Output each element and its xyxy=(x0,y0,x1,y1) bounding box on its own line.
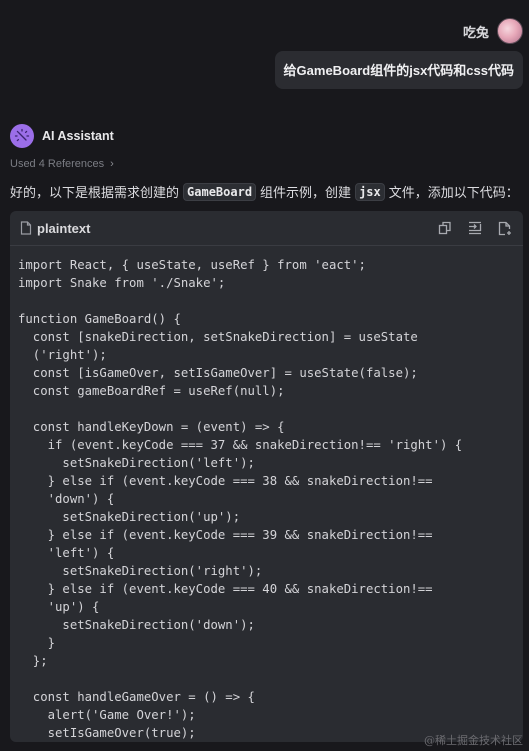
code-line: 'up') { xyxy=(18,600,100,614)
chevron-right-icon: › xyxy=(110,158,114,170)
copy-button[interactable] xyxy=(437,220,453,236)
intro-middle: 组件示例，创建 xyxy=(260,185,352,200)
code-line: if (event.keyCode === 37 && snakeDirecti… xyxy=(18,438,463,452)
code-toolbar xyxy=(437,220,513,236)
code-line: setSnakeDirection('down'); xyxy=(18,618,255,632)
code-line: function GameBoard() { xyxy=(18,312,181,326)
insert-icon xyxy=(469,221,482,235)
assistant-name: AI Assistant xyxy=(42,129,114,143)
references-toggle[interactable]: Used 4 References › xyxy=(10,158,114,170)
code-block-header: plaintext xyxy=(10,211,523,246)
code-line: const handleKeyDown = (event) => { xyxy=(18,420,285,434)
code-line: ('right'); xyxy=(18,348,107,362)
references-label: Used 4 References xyxy=(10,158,105,170)
code-line: const [snakeDirection, setSnakeDirection… xyxy=(18,330,418,344)
copy-icon xyxy=(438,221,451,235)
code-line: import React, { useState, useRef } from … xyxy=(18,258,366,272)
assistant-avatar xyxy=(10,124,34,148)
user-avatar[interactable] xyxy=(497,18,523,44)
assistant-header: AI Assistant xyxy=(10,124,114,148)
code-line: alert('Game Over!'); xyxy=(18,708,196,722)
code-line: const [isGameOver, setIsGameOver] = useS… xyxy=(18,366,418,380)
code-line: const handleGameOver = () => { xyxy=(18,690,255,704)
magic-wand-icon xyxy=(14,128,30,142)
new-file-button[interactable] xyxy=(497,220,513,236)
code-block: plaintext import React, {useState, useR… xyxy=(10,211,523,742)
code-line: 'left') { xyxy=(18,546,115,560)
code-line: setSnakeDirection('left'); xyxy=(18,456,255,470)
user-header: 吃兔 xyxy=(463,18,523,44)
inline-code-jsx: jsx xyxy=(355,182,385,201)
code-line: } xyxy=(18,636,56,650)
user-message-bubble: 给GameBoard组件的jsx代码和css代码 xyxy=(274,51,523,89)
code-line: 'down') { xyxy=(18,492,115,506)
user-name: 吃兔 xyxy=(462,24,489,40)
code-line: setSnakeDirection('right'); xyxy=(18,564,263,578)
inline-code-gameboard: GameBoard xyxy=(183,182,257,201)
code-line: import Snake from './Snake'; xyxy=(18,276,226,290)
assistant-intro-text: 好的，以下是根据需求创建的 GameBoard 组件示例，创建 jsx 文件，添… xyxy=(10,182,519,201)
new-file-icon xyxy=(498,221,511,235)
intro-suffix: 文件，添加以下代码： xyxy=(388,185,519,200)
watermark: @稀土掘金技术社区 xyxy=(424,734,523,747)
code-line: } else if (event.keyCode === 40 && snake… xyxy=(18,582,433,596)
file-icon xyxy=(20,221,32,235)
code-line: const gameBoardRef = useRef(null); xyxy=(18,384,285,398)
code-line: setSnakeDirection('up'); xyxy=(18,510,241,524)
code-line: } else if (event.keyCode === 39 && snake… xyxy=(18,528,433,542)
code-language: plaintext xyxy=(20,221,90,236)
insert-at-caret-button[interactable] xyxy=(467,220,483,236)
code-line: }; xyxy=(18,654,48,668)
code-language-label: plaintext xyxy=(37,220,91,236)
intro-prefix: 好的，以下是根据需求创建的 xyxy=(10,185,180,200)
code-content[interactable]: import React, { useState, useRef } from … xyxy=(10,246,523,742)
code-line: } else if (event.keyCode === 38 && snake… xyxy=(18,474,433,488)
